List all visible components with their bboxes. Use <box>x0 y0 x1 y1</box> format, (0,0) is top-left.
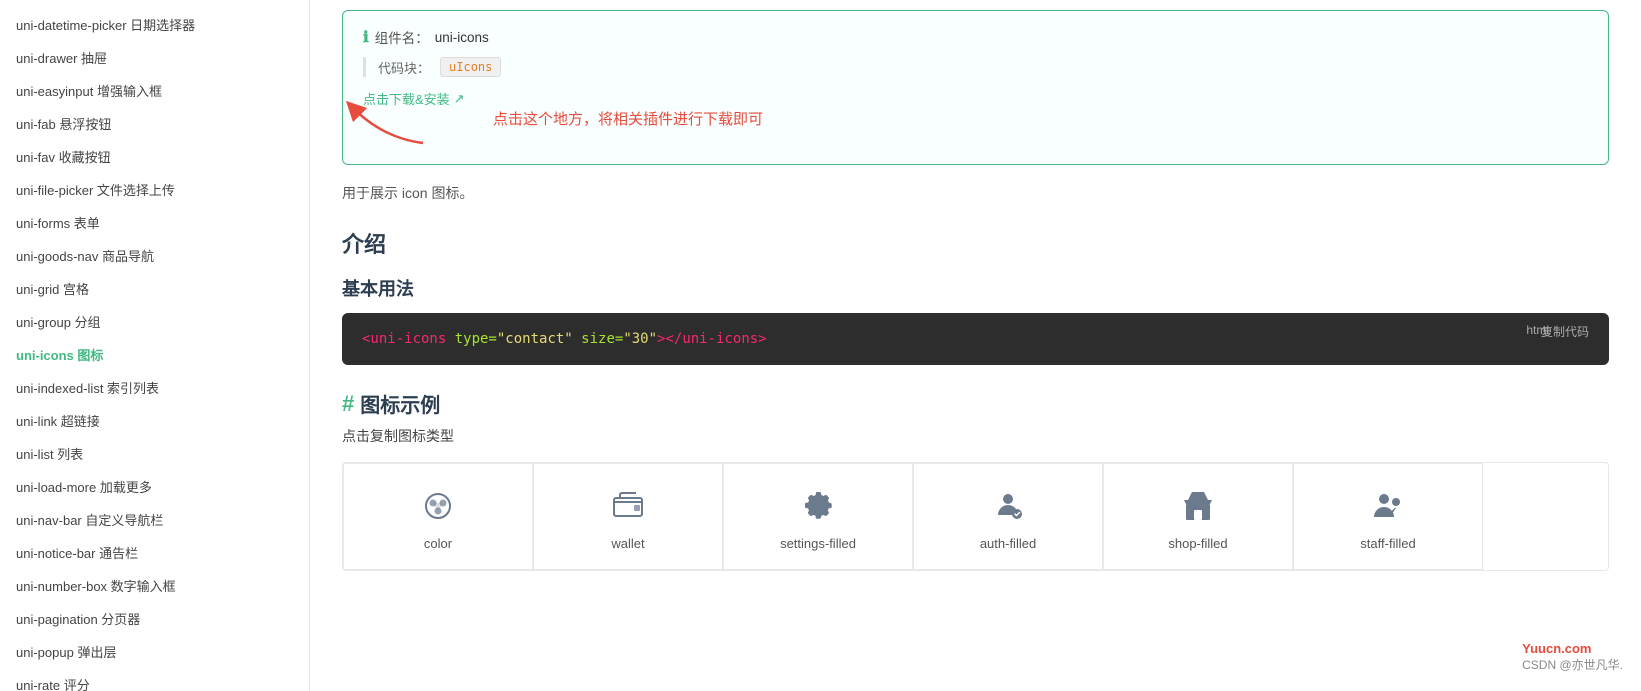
code-row: 代码块： uIcons <box>363 57 1588 77</box>
sidebar-item-uni-grid[interactable]: uni-grid 宫格 <box>0 272 309 305</box>
icon-item-wallet[interactable]: wallet <box>533 463 723 570</box>
component-name-label: 组件名： <box>375 27 429 47</box>
sidebar-item-uni-file-picker[interactable]: uni-file-picker 文件选择上传 <box>0 173 309 206</box>
sidebar-item-uni-drawer[interactable]: uni-drawer 抽屉 <box>0 41 309 74</box>
sidebar-item-uni-easyinput[interactable]: uni-easyinput 增强输入框 <box>0 74 309 107</box>
settings-filled-icon <box>800 488 836 524</box>
info-box-title: ℹ 组件名： uni-icons <box>363 27 1588 47</box>
code-tag-open: <uni-icons <box>362 331 455 347</box>
sidebar-item-uni-nav-bar[interactable]: uni-nav-bar 自定义导航栏 <box>0 503 309 536</box>
staff-filled-icon <box>1370 488 1406 524</box>
sidebar-item-uni-datetime-picker[interactable]: uni-datetime-picker 日期选择器 <box>0 8 309 41</box>
sidebar-item-uni-popup[interactable]: uni-popup 弹出层 <box>0 635 309 668</box>
shop-filled-icon <box>1180 488 1216 524</box>
icon-label-staff-filled: staff-filled <box>1360 536 1415 551</box>
hash-symbol: # <box>342 391 354 417</box>
annotation-text: 点击这个地方，将相关插件进行下载即可 <box>493 108 763 129</box>
sidebar-item-uni-link[interactable]: uni-link 超链接 <box>0 404 309 437</box>
annotation-area: 点击这个地方，将相关插件进行下载即可 <box>363 108 1588 148</box>
sidebar: uni-datetime-picker 日期选择器uni-drawer 抽屉un… <box>0 0 310 691</box>
sidebar-item-uni-fav[interactable]: uni-fav 收藏按钮 <box>0 140 309 173</box>
sidebar-item-uni-group[interactable]: uni-group 分组 <box>0 305 309 338</box>
sidebar-item-uni-fab[interactable]: uni-fab 悬浮按钮 <box>0 107 309 140</box>
icon-label-wallet: wallet <box>611 536 644 551</box>
sidebar-item-uni-indexed-list[interactable]: uni-indexed-list 索引列表 <box>0 371 309 404</box>
icon-item-color[interactable]: color <box>343 463 533 570</box>
sidebar-item-uni-list[interactable]: uni-list 列表 <box>0 437 309 470</box>
icon-item-staff-filled[interactable]: staff-filled <box>1293 463 1483 570</box>
sidebar-item-uni-goods-nav[interactable]: uni-goods-nav 商品导航 <box>0 239 309 272</box>
icons-section-title: # 图标示例 <box>342 389 1609 418</box>
info-box: ℹ 组件名： uni-icons 代码块： uIcons 点击下载&安装 ↗ 点… <box>342 10 1609 165</box>
color-icon <box>420 488 456 524</box>
icon-label-shop-filled: shop-filled <box>1168 536 1227 551</box>
icon-label-color: color <box>424 536 452 551</box>
icon-item-auth-filled[interactable]: auth-filled <box>913 463 1103 570</box>
sidebar-item-uni-notice-bar[interactable]: uni-notice-bar 通告栏 <box>0 536 309 569</box>
icon-grid: color wallet settings-filled auth-filled… <box>342 462 1609 571</box>
copy-code-button[interactable]: 复制代码 <box>1535 321 1595 342</box>
code-badge: uIcons <box>440 57 501 77</box>
sidebar-item-uni-pagination[interactable]: uni-pagination 分页器 <box>0 602 309 635</box>
component-name-value: uni-icons <box>435 30 489 45</box>
basic-usage-heading: 基本用法 <box>342 275 1609 301</box>
icons-heading: 图标示例 <box>360 389 440 418</box>
sidebar-item-uni-load-more[interactable]: uni-load-more 加载更多 <box>0 470 309 503</box>
icon-label-settings-filled: settings-filled <box>780 536 856 551</box>
wallet-icon <box>610 488 646 524</box>
code-block: <uni-icons type="contact" size="30"></un… <box>342 313 1609 365</box>
sidebar-item-uni-rate[interactable]: uni-rate 评分 <box>0 668 309 691</box>
icons-subtitle: 点击复制图标类型 <box>342 426 1609 446</box>
intro-heading: 介绍 <box>342 227 1609 259</box>
red-arrow-icon <box>343 98 433 148</box>
main-content: ℹ 组件名： uni-icons 代码块： uIcons 点击下载&安装 ↗ 点… <box>310 0 1641 691</box>
description-text: 用于展示 icon 图标。 <box>342 183 1609 203</box>
sidebar-item-uni-number-box[interactable]: uni-number-box 数字输入框 <box>0 569 309 602</box>
sidebar-item-uni-forms[interactable]: uni-forms 表单 <box>0 206 309 239</box>
icon-item-shop-filled[interactable]: shop-filled <box>1103 463 1293 570</box>
code-label: 代码块： <box>378 58 430 77</box>
info-icon: ℹ <box>363 28 369 46</box>
sidebar-item-uni-icons[interactable]: uni-icons 图标 <box>0 338 309 371</box>
icon-item-settings-filled[interactable]: settings-filled <box>723 463 913 570</box>
icon-label-auth-filled: auth-filled <box>980 536 1036 551</box>
auth-filled-icon <box>990 488 1026 524</box>
